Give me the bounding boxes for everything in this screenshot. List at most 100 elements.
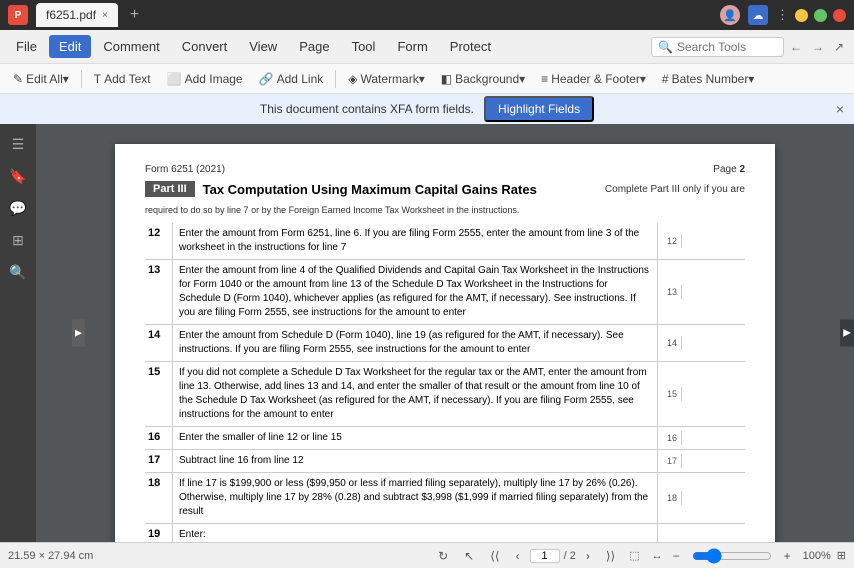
sidebar-pages-icon[interactable]: ⊞ [6,228,30,252]
tab-close-icon[interactable]: × [102,10,108,21]
part-title: Tax Computation Using Maximum Capital Ga… [203,182,537,197]
field-label: 14 [658,336,682,350]
text-icon: T [94,72,101,86]
pdf-rows: 12 Enter the amount from Form 6251, line… [145,223,745,542]
row-description: Enter the amount from line 4 of the Qual… [173,260,657,324]
row-field[interactable]: 13 [657,260,745,324]
menu-edit[interactable]: Edit [49,35,91,58]
table-row: 16 Enter the smaller of line 12 or line … [145,427,745,450]
external-link-icon[interactable]: ↗ [830,40,848,54]
notification-text: This document contains XFA form fields. [260,102,474,116]
page-number-input[interactable] [530,549,560,563]
full-screen-icon[interactable]: ⊞ [837,549,846,562]
image-icon: ⬜ [167,72,182,86]
watermark-button[interactable]: ◈ Watermark▾ [341,69,431,89]
field-label: 17 [658,454,682,468]
menu-comment[interactable]: Comment [93,35,169,58]
field-label: 15 [658,387,682,401]
highlight-fields-button[interactable]: Highlight Fields [484,96,594,122]
pdf-page: Form 6251 (2021) Page 2 Part III Tax Com… [115,144,775,542]
bates-icon: # [662,72,669,86]
fit-page-icon[interactable]: ⬚ [625,549,643,562]
page-navigation: ↻ ↖ ⟨⟨ ‹ / 2 › ⟩⟩ ⬚ ↔ [432,547,667,565]
title-bar-right: 👤 ☁ ⋮ [720,5,846,25]
row-field[interactable]: 14 [657,325,745,361]
menu-protect[interactable]: Protect [440,35,501,58]
link-icon: 🔗 [259,72,274,86]
bates-number-button[interactable]: # Bates Number▾ [655,69,761,89]
nav-back-icon[interactable]: ← [786,40,806,54]
cloud-icon[interactable]: ☁ [748,5,768,25]
menu-view[interactable]: View [239,35,287,58]
row-number: 16 [145,427,173,449]
nav-next-button[interactable]: › [580,547,596,565]
nav-last-button[interactable]: ⟩⟩ [600,547,621,565]
menu-convert[interactable]: Convert [172,35,238,58]
new-tab-button[interactable]: + [126,6,143,24]
menu-bar: File Edit Comment Convert View Page Tool… [0,30,854,64]
fit-width-icon[interactable]: ↔ [648,550,667,562]
cursor-tool-button[interactable]: ↻ [432,547,454,565]
search-input[interactable] [677,40,777,54]
table-row: 19 Enter:• $80,800 if married filing joi… [145,524,745,542]
page-number: Page 2 [713,164,745,175]
menu-page[interactable]: Page [289,35,339,58]
field-label: 12 [658,234,682,248]
table-row: 15 If you did not complete a Schedule D … [145,362,745,427]
row-description: Enter the amount from Form 6251, line 6.… [173,223,657,259]
row-field[interactable]: 17 [657,450,745,472]
sidebar-search-icon[interactable]: 🔍 [6,260,30,284]
row-field[interactable]: 12 [657,223,745,259]
add-image-button[interactable]: ⬜ Add Image [160,69,250,89]
background-button[interactable]: ◧ Background▾ [434,69,532,89]
menu-form[interactable]: Form [387,35,437,58]
nav-prev-button[interactable]: ‹ [510,547,526,565]
sidebar-bookmark-icon[interactable]: 🔖 [6,164,30,188]
row-field[interactable]: 18 [657,473,745,523]
row-description: Enter:• $80,800 if married filing jointl… [173,524,657,542]
menu-file[interactable]: File [6,35,47,58]
pdf-scroll[interactable]: Form 6251 (2021) Page 2 Part III Tax Com… [36,124,854,542]
title-bar: P f6251.pdf × + 👤 ☁ ⋮ [0,0,854,30]
profile-icon[interactable]: 👤 [720,5,740,25]
header-footer-button[interactable]: ≡ Header & Footer▾ [534,69,653,89]
maximize-button[interactable] [814,9,827,22]
search-tools[interactable]: 🔍 [651,37,784,57]
nav-forward-icon[interactable]: → [808,40,828,54]
row-field[interactable]: 16 [657,427,745,449]
part-badge: Part III [145,181,195,197]
menu-tool[interactable]: Tool [342,35,386,58]
notification-close-button[interactable]: × [836,101,844,117]
row-number: 19 [145,524,173,542]
row-number: 13 [145,260,173,324]
nav-first-button[interactable]: ⟨⟨ [484,547,505,565]
right-panel-expand-arrow[interactable]: ▶ [840,320,854,347]
page-total: / 2 [564,550,576,562]
row-field[interactable]: 15 [657,362,745,426]
row-field[interactable]: 19 [657,524,745,542]
select-tool-button[interactable]: ↖ [458,547,480,565]
left-sidebar: ☰ 🔖 💬 ⊞ 🔍 [0,124,36,542]
form-title: Form 6251 (2021) [145,164,225,175]
table-row: 14 Enter the amount from Schedule D (For… [145,325,745,362]
sidebar-menu-icon[interactable]: ☰ [6,132,30,156]
left-panel-collapse-arrow[interactable]: ▶ [72,320,85,347]
row-description: Enter the smaller of line 12 or line 15 [173,427,657,449]
field-label: 16 [658,431,682,445]
add-link-button[interactable]: 🔗 Add Link [252,69,331,89]
search-icon: 🔍 [658,40,673,54]
sidebar-comment-icon[interactable]: 💬 [6,196,30,220]
table-row: 18 If line 17 is $199,900 or less ($99,9… [145,473,745,524]
tab[interactable]: f6251.pdf × [36,3,118,27]
close-button[interactable] [833,9,846,22]
minimize-button[interactable] [795,9,808,22]
zoom-in-button[interactable]: + [778,547,797,565]
zoom-slider[interactable] [692,548,772,564]
row-number: 14 [145,325,173,361]
add-text-button[interactable]: T Add Text [87,69,158,89]
more-icon[interactable]: ⋮ [776,7,789,23]
zoom-out-button[interactable]: − [667,547,686,565]
toolbar: ✎ Edit All▾ T Add Text ⬜ Add Image 🔗 Add… [0,64,854,94]
edit-all-button[interactable]: ✎ Edit All▾ [6,69,76,89]
table-row: 13 Enter the amount from line 4 of the Q… [145,260,745,325]
